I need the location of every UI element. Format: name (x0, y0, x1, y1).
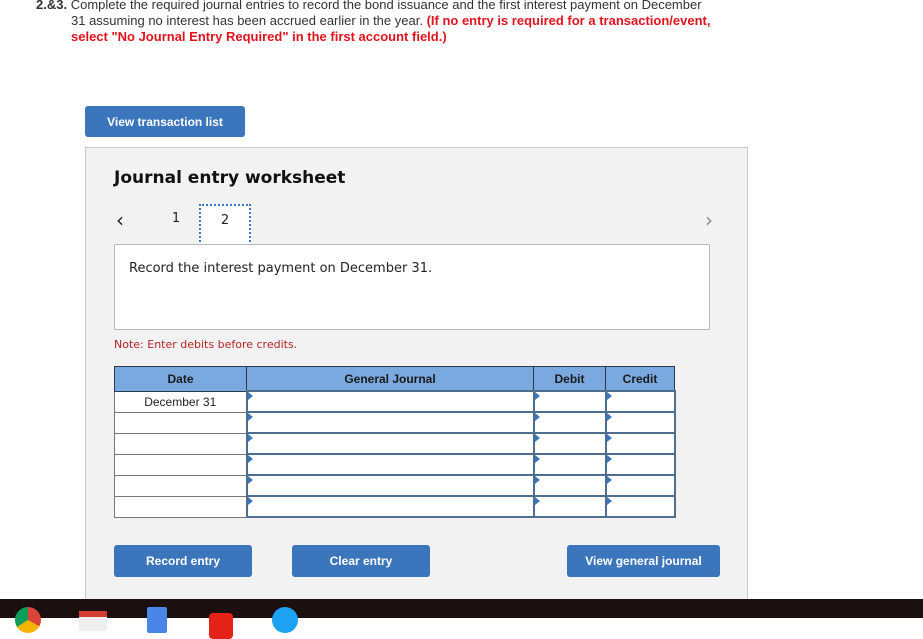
date-cell (114, 453, 247, 476)
question-text: 2.&3. Complete the required journal entr… (36, 0, 736, 45)
date-cell (114, 432, 247, 455)
chevron-right-icon[interactable]: › (705, 208, 713, 232)
clear-entry-button[interactable]: Clear entry (292, 545, 430, 577)
chrome-icon[interactable] (15, 607, 41, 633)
journal-table: Date General Journal Debit Credit Decemb… (114, 366, 676, 518)
cell-marker-icon (534, 497, 540, 505)
table-row (114, 411, 676, 434)
tab-2[interactable]: 2 (199, 204, 251, 246)
app-icon[interactable] (272, 607, 298, 633)
account-input[interactable] (245, 432, 535, 455)
journal-entry-worksheet: Journal entry worksheet ‹ 1 2 › Record t… (85, 147, 748, 607)
cell-marker-icon (534, 476, 540, 484)
cell-marker-icon (606, 455, 612, 463)
credit-input[interactable] (604, 495, 676, 518)
worksheet-title: Journal entry worksheet (114, 168, 346, 188)
debit-input[interactable] (532, 390, 607, 413)
view-general-journal-button[interactable]: View general journal (567, 545, 720, 577)
debit-input[interactable] (532, 453, 607, 476)
credit-input[interactable] (604, 432, 676, 455)
taskbar (0, 599, 923, 639)
cell-marker-icon (534, 434, 540, 442)
question-line2: 31 assuming no interest has been accrued… (71, 13, 423, 28)
description-text: Record the interest payment on December … (129, 261, 433, 276)
instruction-red: (If no entry is required for a transacti… (426, 13, 711, 28)
dropdown-marker-icon (247, 455, 253, 463)
account-input[interactable] (245, 453, 535, 476)
dropdown-marker-icon (247, 413, 253, 421)
table-header-row: Date General Journal Debit Credit (114, 366, 675, 392)
account-input[interactable] (245, 411, 535, 434)
dropdown-marker-icon (247, 434, 253, 442)
account-input[interactable] (245, 474, 535, 497)
chevron-left-icon[interactable]: ‹ (116, 208, 124, 232)
credit-input[interactable] (604, 390, 676, 413)
cell-marker-icon (606, 413, 612, 421)
docs-icon[interactable] (147, 607, 167, 633)
view-transaction-list-button[interactable]: View transaction list (85, 106, 245, 137)
debit-input[interactable] (532, 411, 607, 434)
header-debit: Debit (533, 366, 606, 392)
cell-marker-icon (606, 392, 612, 400)
credit-input[interactable] (604, 474, 676, 497)
header-date: Date (114, 366, 247, 392)
debit-input[interactable] (532, 495, 607, 518)
cell-marker-icon (606, 497, 612, 505)
table-row (114, 453, 676, 476)
header-credit: Credit (605, 366, 675, 392)
debit-input[interactable] (532, 432, 607, 455)
tab-1[interactable]: 1 (166, 211, 186, 226)
date-cell (114, 474, 247, 497)
date-cell (114, 411, 247, 434)
note-text: Note: Enter debits before credits. (114, 338, 298, 351)
cell-marker-icon (534, 392, 540, 400)
cell-marker-icon (534, 413, 540, 421)
question-line1: Complete the required journal entries to… (70, 0, 702, 12)
table-row: December 31 (114, 390, 676, 413)
youtube-icon[interactable] (209, 613, 233, 639)
cell-marker-icon (606, 476, 612, 484)
header-general-journal: General Journal (246, 366, 534, 392)
table-row (114, 474, 676, 497)
question-number: 2.&3. (36, 0, 68, 12)
record-entry-button[interactable]: Record entry (114, 545, 252, 577)
table-row (114, 495, 676, 518)
cell-marker-icon (534, 455, 540, 463)
cell-marker-icon (606, 434, 612, 442)
date-cell: December 31 (114, 390, 247, 413)
credit-input[interactable] (604, 411, 676, 434)
gmail-icon[interactable] (79, 611, 107, 631)
instruction-red-line3: select "No Journal Entry Required" in th… (71, 29, 447, 44)
account-input[interactable] (245, 390, 535, 413)
credit-input[interactable] (604, 453, 676, 476)
table-row (114, 432, 676, 455)
description-box: Record the interest payment on December … (114, 244, 710, 330)
debit-input[interactable] (532, 474, 607, 497)
date-cell (114, 495, 247, 518)
dropdown-marker-icon (247, 392, 253, 400)
dropdown-marker-icon (247, 497, 253, 505)
account-input[interactable] (245, 495, 535, 518)
dropdown-marker-icon (247, 476, 253, 484)
